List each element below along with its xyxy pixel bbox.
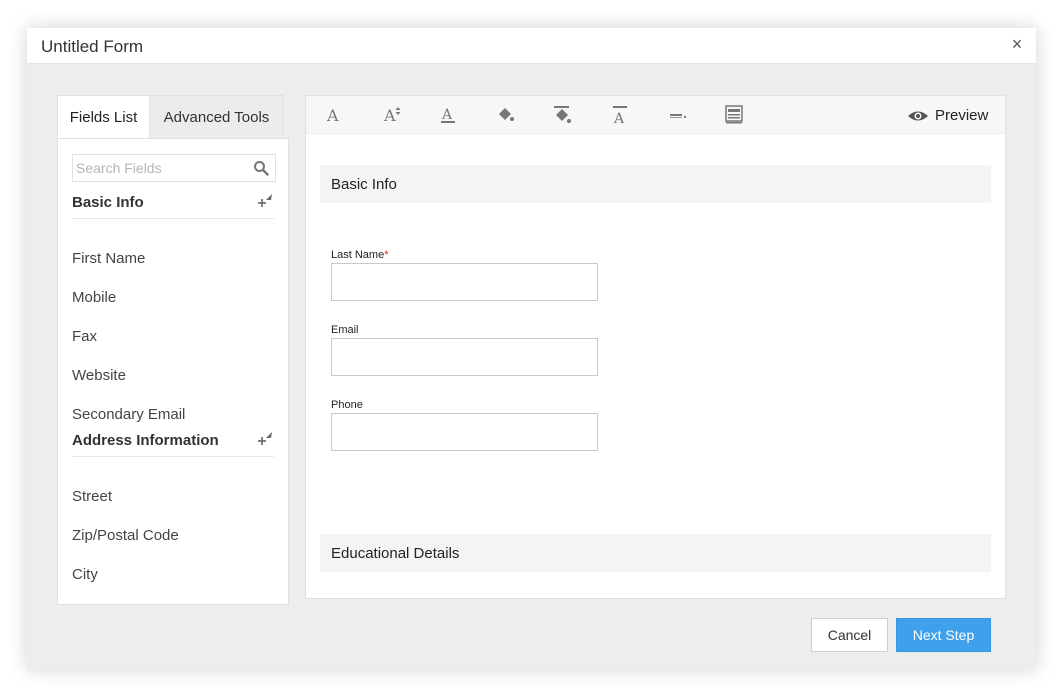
form-section-basic-info[interactable]: Basic Info: [320, 165, 991, 203]
format-toolbar: A A A A Preview: [306, 96, 1005, 134]
svg-text:A: A: [383, 106, 396, 125]
field-item[interactable]: First Name: [72, 250, 145, 267]
last-name-field[interactable]: [331, 263, 598, 301]
phone-label: Phone: [331, 399, 363, 411]
field-item[interactable]: Mobile: [72, 289, 116, 306]
required-asterisk: *: [384, 249, 389, 261]
add-section-icon[interactable]: [256, 430, 274, 448]
search-fields-input[interactable]: [76, 159, 246, 177]
svg-text:A: A: [326, 106, 339, 125]
preview-label: Preview: [935, 107, 989, 124]
eye-icon: [908, 111, 928, 121]
form-section-title: Educational Details: [331, 545, 460, 562]
svg-text:A: A: [613, 111, 625, 126]
tab-advanced-tools[interactable]: Advanced Tools: [150, 95, 284, 139]
font-color-icon[interactable]: A: [437, 104, 459, 126]
form-section-title: Basic Info: [331, 176, 397, 193]
add-section-icon[interactable]: [256, 192, 274, 210]
next-step-button[interactable]: Next Step: [896, 618, 991, 652]
email-field[interactable]: [331, 338, 598, 376]
line-style-icon[interactable]: [667, 104, 689, 126]
field-item[interactable]: Street: [72, 488, 112, 505]
field-label-text: Last Name: [331, 249, 385, 261]
font-icon[interactable]: A: [323, 104, 345, 126]
tab-fields-list[interactable]: Fields List: [57, 95, 150, 139]
form-canvas-panel: A A A A Preview Basic Info Last Name* Em…: [305, 95, 1006, 599]
field-item[interactable]: City: [72, 566, 98, 583]
search-fields-box: [72, 154, 276, 182]
section-title: Basic Info: [72, 194, 144, 211]
field-item[interactable]: Website: [72, 367, 126, 384]
field-item[interactable]: Fax: [72, 328, 97, 345]
last-name-label: Last Name*: [331, 249, 388, 261]
form-builder-dialog: Untitled Form × Fields List Advanced Too…: [27, 28, 1036, 669]
section-title: Address Information: [72, 432, 219, 449]
dialog-title: Untitled Form: [41, 37, 144, 56]
font-size-icon[interactable]: A: [382, 104, 404, 126]
text-align-icon[interactable]: A: [609, 104, 631, 126]
field-item[interactable]: Zip/Postal Code: [72, 527, 179, 544]
svg-text:A: A: [441, 107, 453, 123]
section-header-address-information: Address Information: [72, 428, 274, 457]
fields-list-body: Basic Info First Name Mobile Fax Website…: [57, 138, 289, 605]
layout-icon[interactable]: [723, 104, 745, 126]
email-label: Email: [331, 324, 359, 336]
fill-color-icon[interactable]: [494, 104, 516, 126]
close-icon[interactable]: ×: [1008, 34, 1026, 54]
preview-button[interactable]: Preview: [907, 107, 991, 125]
search-icon[interactable]: [253, 160, 269, 176]
form-section-educational-details[interactable]: Educational Details: [320, 534, 991, 572]
cancel-button[interactable]: Cancel: [811, 618, 888, 652]
field-item[interactable]: Secondary Email: [72, 406, 185, 423]
section-header-basic-info: Basic Info: [72, 190, 274, 219]
fields-panel: Fields List Advanced Tools Basic Info Fi…: [57, 95, 289, 605]
background-color-icon[interactable]: [551, 104, 573, 126]
dialog-header: Untitled Form ×: [27, 28, 1036, 64]
phone-field[interactable]: [331, 413, 598, 451]
